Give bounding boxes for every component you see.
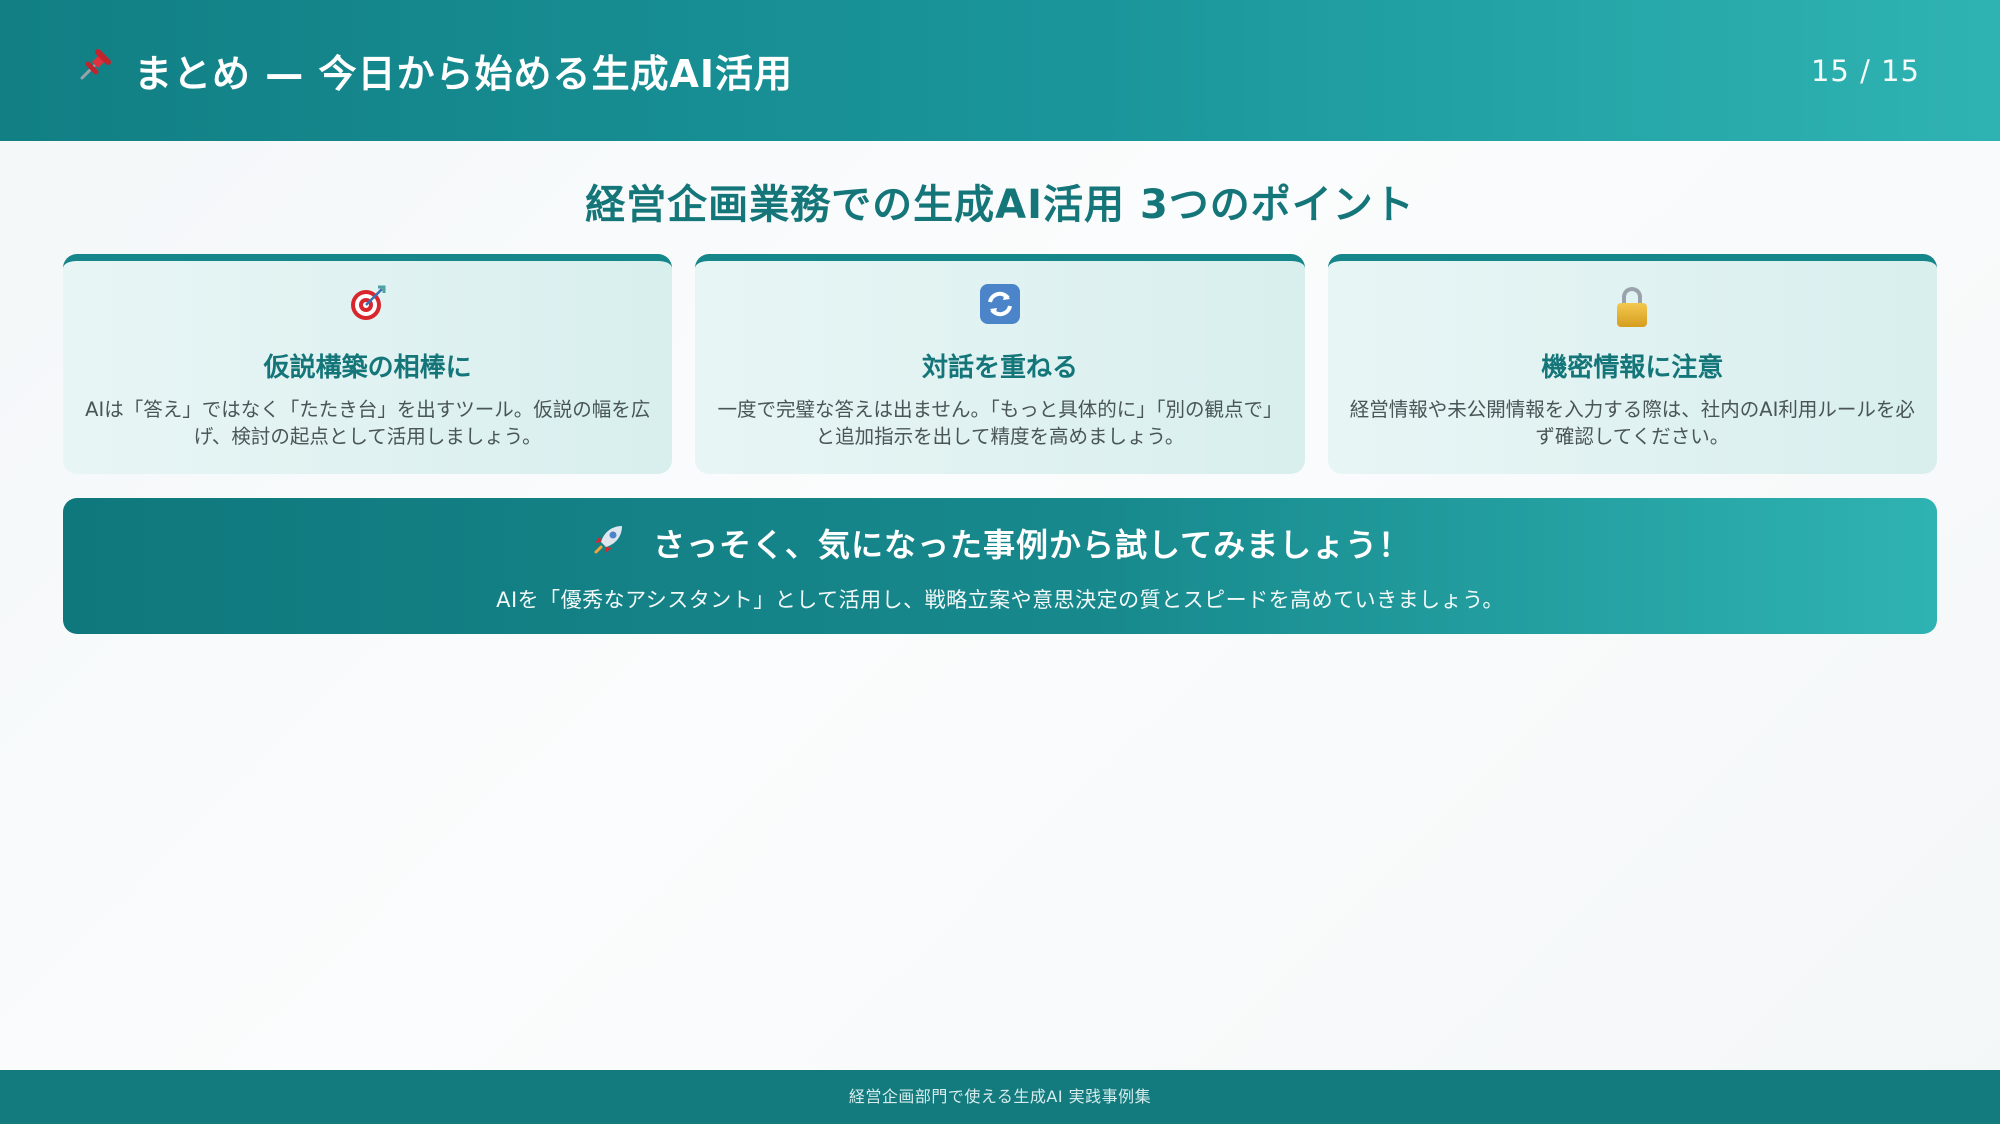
- point-card-dialogue: 対話を重ねる 一度で完璧な答えは出ません。「もっと具体的に」「別の観点で」と追加…: [695, 254, 1305, 474]
- slide: まとめ — 今日から始める生成AI活用 15 / 15 経営企画業務での生成AI…: [0, 0, 2000, 1124]
- refresh-icon: [717, 283, 1282, 329]
- card-text: 一度で完璧な答えは出ません。「もっと具体的に」「別の観点で」と追加指示を出して精…: [717, 398, 1283, 448]
- slide-header: まとめ — 今日から始める生成AI活用 15 / 15: [0, 0, 2000, 141]
- page-indicator: 15 / 15: [1810, 53, 1920, 88]
- card-text: AIは「答え」ではなく「たたき台」を出すツール。仮説の幅を広げ、検討の起点として…: [85, 398, 651, 448]
- rocket-icon: [589, 522, 629, 564]
- cta-text: AIを「優秀なアシスタント」として活用し、戦略立案や意思決定の質とスピードを高め…: [496, 588, 1504, 612]
- point-card-confidential: 機密情報に注意 経営情報や未公開情報を入力する際は、社内のAI利用ルールを必ず確…: [1327, 254, 1937, 474]
- target-icon: [85, 283, 650, 329]
- slide-footer: 経営企画部門で使える生成AI 実践事例集: [0, 1070, 2000, 1124]
- points-cards: 仮説構築の相棒に AIは「答え」ではなく「たたき台」を出すツール。仮説の幅を広げ…: [63, 254, 1937, 474]
- call-to-action-banner: さっそく、気になった事例から試してみましょう！ AIを「優秀なアシスタント」とし…: [63, 498, 1937, 634]
- card-title: 対話を重ねる: [921, 353, 1078, 383]
- lock-icon: [1350, 283, 1915, 329]
- card-title: 仮説構築の相棒に: [263, 353, 472, 383]
- slide-title: まとめ — 今日から始める生成AI活用: [134, 52, 794, 96]
- section-heading: 経営企画業務での生成AI活用 3つのポイント: [585, 182, 1415, 228]
- cta-title-row: さっそく、気になった事例から試してみましょう！: [63, 520, 1937, 566]
- point-card-hypothesis: 仮説構築の相棒に AIは「答え」ではなく「たたき台」を出すツール。仮説の幅を広げ…: [63, 254, 673, 474]
- pushpin-icon: [78, 46, 122, 91]
- cta-title: さっそく、気になった事例から試してみましょう！: [653, 526, 1412, 564]
- card-text: 経営情報や未公開情報を入力する際は、社内のAI利用ルールを必ず確認してください。: [1349, 398, 1915, 448]
- card-title: 機密情報に注意: [1541, 353, 1724, 383]
